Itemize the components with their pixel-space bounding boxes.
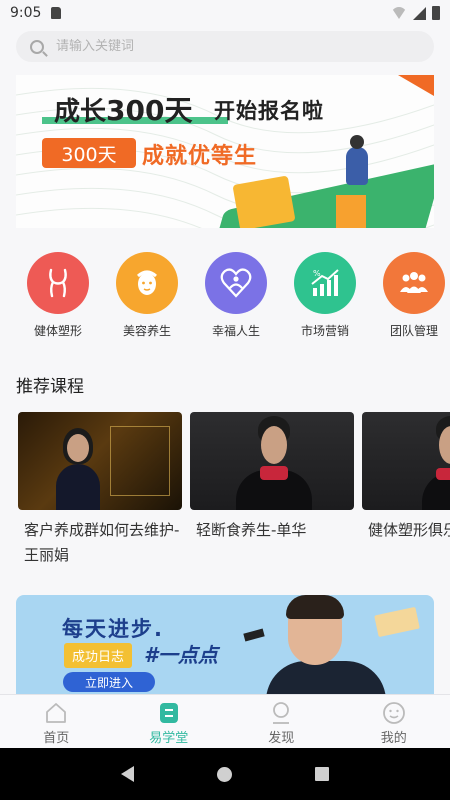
search-input[interactable] bbox=[56, 39, 396, 54]
course-thumbnail bbox=[190, 412, 354, 510]
banner-arrow-graphic bbox=[336, 195, 366, 228]
back-icon[interactable] bbox=[121, 766, 135, 782]
course-card[interactable]: 轻断食养生-单华 bbox=[190, 412, 354, 543]
banner-person-graphic bbox=[346, 147, 368, 185]
graduation-cap-icon bbox=[243, 628, 265, 642]
category-item-fitness[interactable]: 健体塑形 bbox=[26, 252, 90, 342]
screen: 9:05 成长300天 开始报名啦 bbox=[0, 0, 450, 800]
nav-item-discover[interactable]: 发现 bbox=[225, 695, 338, 748]
status-time: 9:05 bbox=[10, 5, 42, 21]
nav-item-learning[interactable]: 易学堂 bbox=[113, 695, 226, 748]
svg-text:%: % bbox=[313, 269, 321, 278]
recent-apps-icon[interactable] bbox=[314, 767, 329, 781]
signal-icon bbox=[413, 6, 426, 20]
course-carousel[interactable]: 客户养成群如何去维护-王丽娟 轻断食养生-单华 健体塑形俱乐部-刘翠婴 bbox=[16, 412, 450, 582]
system-nav-bar bbox=[0, 748, 450, 800]
category-label: 美容养生 bbox=[122, 324, 171, 338]
wifi-icon bbox=[391, 7, 407, 19]
category-label: 健体塑形 bbox=[33, 324, 82, 338]
banner-title-part1: 成长 bbox=[54, 97, 107, 127]
team-icon bbox=[383, 252, 445, 314]
banner-subtitle: 开始报名啦 bbox=[214, 99, 324, 123]
nav-item-mine[interactable]: 我的 bbox=[338, 695, 450, 748]
banner-title-number: 300天 bbox=[106, 94, 193, 127]
promo-slogan: #一点点 bbox=[144, 643, 218, 667]
course-card[interactable]: 客户养成群如何去维护-王丽娟 bbox=[18, 412, 182, 568]
promo-badge: 成功日志 bbox=[64, 643, 133, 668]
course-thumbnail-text-panel bbox=[110, 426, 170, 496]
promo-person-hair bbox=[286, 595, 344, 619]
status-bar: 9:05 bbox=[0, 0, 450, 26]
nav-item-home[interactable]: 首页 bbox=[0, 695, 113, 748]
course-thumbnail bbox=[362, 412, 450, 510]
section-title-recommended: 推荐课程 bbox=[16, 377, 84, 397]
nav-label: 发现 bbox=[268, 731, 295, 746]
category-label: 幸福人生 bbox=[211, 324, 260, 338]
course-card[interactable]: 健体塑形俱乐部-刘翠婴 bbox=[362, 412, 450, 543]
category-item-team[interactable]: 团队管理 bbox=[382, 252, 446, 342]
banner-tagline: 成就优等生 bbox=[142, 144, 258, 169]
banner-title: 成长300天 bbox=[54, 89, 192, 129]
home-icon bbox=[44, 701, 68, 725]
home-button-icon[interactable] bbox=[216, 766, 232, 782]
promo-banner[interactable]: 成长300天 开始报名啦 300天 成就优等生 bbox=[16, 75, 434, 228]
nav-label: 首页 bbox=[43, 731, 70, 746]
heart-person-icon bbox=[205, 252, 267, 314]
book-icon bbox=[157, 701, 181, 725]
book-graphic bbox=[374, 606, 420, 638]
banner-chart-graphic bbox=[232, 175, 296, 228]
daily-progress-banner[interactable]: 每天进步. 成功日志 #一点点 立即进入 bbox=[16, 595, 434, 703]
discover-icon bbox=[269, 701, 293, 725]
banner-person-head bbox=[350, 135, 364, 149]
course-title: 轻断食养生-单华 bbox=[196, 521, 307, 539]
category-item-marketing[interactable]: % 市场营销 bbox=[293, 252, 357, 342]
banner-pill: 300天 bbox=[42, 138, 136, 168]
nav-label: 我的 bbox=[380, 731, 407, 746]
category-item-happiness[interactable]: 幸福人生 bbox=[204, 252, 268, 342]
nav-label: 易学堂 bbox=[149, 731, 189, 746]
enter-now-button[interactable]: 立即进入 bbox=[63, 672, 155, 692]
bottom-nav: 首页 易学堂 发现 我的 bbox=[0, 694, 450, 748]
search-bar[interactable] bbox=[16, 31, 434, 62]
smiley-icon bbox=[382, 701, 406, 725]
growth-chart-icon: % bbox=[294, 252, 356, 314]
category-item-beauty[interactable]: 美容养生 bbox=[115, 252, 179, 342]
category-label: 市场营销 bbox=[300, 324, 349, 338]
face-mask-icon bbox=[116, 252, 178, 314]
course-thumbnail bbox=[18, 412, 182, 510]
search-icon bbox=[30, 39, 44, 54]
course-title: 客户养成群如何去维护-王丽娟 bbox=[24, 521, 180, 564]
category-row: 健体塑形 美容养生 幸福人生 % 市场营销 团队管理 bbox=[0, 252, 450, 342]
body-icon bbox=[27, 252, 89, 314]
sd-card-icon bbox=[51, 7, 62, 19]
battery-icon bbox=[432, 6, 440, 20]
course-title: 健体塑形俱乐部-刘翠婴 bbox=[368, 521, 450, 539]
category-label: 团队管理 bbox=[389, 324, 438, 338]
